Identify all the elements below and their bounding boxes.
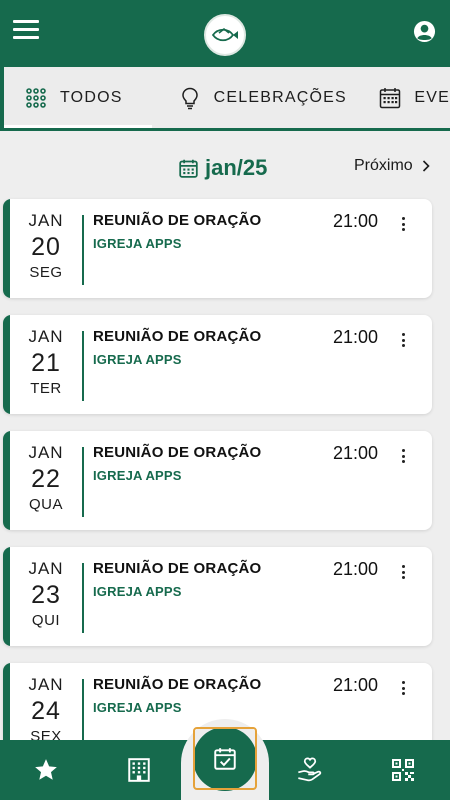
- event-day: 22: [31, 465, 61, 493]
- event-organizer: IGREJA APPS: [93, 700, 182, 715]
- tab-celebracoes-label: CELEBRAÇÕES: [213, 88, 347, 106]
- event-time: 21:00: [333, 675, 379, 695]
- date-divider: [82, 331, 84, 401]
- card-accent-strip: [3, 431, 10, 530]
- grid-dots-icon: [26, 87, 46, 108]
- more-options-icon[interactable]: [396, 681, 410, 699]
- event-time: 21:00: [333, 559, 379, 579]
- month-label: jan/25: [205, 155, 268, 180]
- account-icon[interactable]: [413, 20, 436, 43]
- event-weekday: QUI: [31, 612, 61, 629]
- event-title: REUNIÃO DE ORAÇÃO: [93, 328, 262, 345]
- qr-code-icon: [392, 759, 414, 781]
- hamburger-menu-icon[interactable]: [13, 20, 39, 40]
- tab-celebracoes[interactable]: CELEBRAÇÕES: [150, 67, 355, 128]
- date-divider: [82, 679, 84, 749]
- event-card[interactable]: JAN 22 QUA REUNIÃO DE ORAÇÃO IGREJA APPS…: [3, 431, 432, 530]
- event-date: JAN 22 QUA: [10, 443, 82, 515]
- calendar-icon: [179, 159, 198, 178]
- event-time: 21:00: [333, 443, 379, 463]
- event-title: REUNIÃO DE ORAÇÃO: [93, 212, 262, 229]
- event-day: 23: [31, 581, 61, 609]
- event-month: JAN: [28, 443, 64, 462]
- event-weekday: TER: [30, 380, 62, 397]
- more-options-icon[interactable]: [396, 565, 410, 583]
- nav-qr-code[interactable]: [373, 740, 433, 800]
- date-divider: [82, 563, 84, 633]
- category-tabs[interactable]: TODOS CELEBRAÇÕES EVE: [4, 67, 450, 128]
- nav-donations[interactable]: [280, 740, 340, 800]
- event-date: JAN 23 QUI: [10, 559, 82, 631]
- date-divider: [82, 447, 84, 517]
- event-card[interactable]: JAN 20 SEG REUNIÃO DE ORAÇÃO IGREJA APPS…: [3, 199, 432, 298]
- lightbulb-icon: [181, 87, 198, 109]
- event-date: JAN 21 TER: [10, 327, 82, 399]
- category-tabs-container: TODOS CELEBRAÇÕES EVE: [0, 63, 450, 131]
- next-month-label: Próximo: [354, 157, 413, 174]
- date-divider: [82, 215, 84, 285]
- nav-favorites[interactable]: [16, 740, 76, 800]
- more-options-icon[interactable]: [396, 449, 410, 467]
- chevron-right-icon: [422, 160, 430, 172]
- event-day: 24: [31, 697, 61, 725]
- event-weekday: SEG: [29, 264, 63, 281]
- nav-calendar-focus-outline: [193, 727, 257, 790]
- tab-eventos-label: EVE: [414, 88, 450, 106]
- event-month: JAN: [28, 675, 64, 694]
- card-accent-strip: [3, 547, 10, 646]
- event-card[interactable]: JAN 23 QUI REUNIÃO DE ORAÇÃO IGREJA APPS…: [3, 547, 432, 646]
- event-title: REUNIÃO DE ORAÇÃO: [93, 560, 262, 577]
- card-accent-strip: [3, 315, 10, 414]
- top-app-bar: [0, 0, 450, 63]
- event-weekday: QUA: [28, 496, 63, 513]
- month-selector[interactable]: jan/25: [178, 153, 267, 183]
- fish-logo-icon: [211, 28, 238, 42]
- next-month-button[interactable]: Próximo: [354, 155, 430, 177]
- star-icon: [35, 759, 57, 780]
- more-options-icon[interactable]: [396, 333, 410, 351]
- event-date: JAN 20 SEG: [10, 211, 82, 283]
- event-title: REUNIÃO DE ORAÇÃO: [93, 676, 262, 693]
- event-month: JAN: [28, 559, 64, 578]
- tab-todos[interactable]: TODOS: [4, 67, 152, 128]
- event-date: JAN 24 SEX: [10, 675, 82, 747]
- card-accent-strip: [3, 199, 10, 298]
- building-icon: [128, 758, 150, 782]
- calendar-grid-icon: [380, 87, 401, 108]
- event-time: 21:00: [333, 211, 379, 231]
- event-day: 21: [31, 349, 61, 377]
- event-day: 20: [31, 233, 61, 261]
- nav-church[interactable]: [109, 740, 169, 800]
- hand-heart-icon: [298, 757, 322, 782]
- event-organizer: IGREJA APPS: [93, 584, 182, 599]
- church-logo[interactable]: [204, 14, 246, 56]
- event-organizer: IGREJA APPS: [93, 352, 182, 367]
- event-time: 21:00: [333, 327, 379, 347]
- event-organizer: IGREJA APPS: [93, 236, 182, 251]
- event-organizer: IGREJA APPS: [93, 468, 182, 483]
- event-title: REUNIÃO DE ORAÇÃO: [93, 444, 262, 461]
- more-options-icon[interactable]: [396, 217, 410, 235]
- event-month: JAN: [28, 211, 64, 230]
- event-month: JAN: [28, 327, 64, 346]
- event-card[interactable]: JAN 21 TER REUNIÃO DE ORAÇÃO IGREJA APPS…: [3, 315, 432, 414]
- tab-todos-label: TODOS: [60, 88, 123, 106]
- tab-eventos[interactable]: EVE: [354, 67, 450, 128]
